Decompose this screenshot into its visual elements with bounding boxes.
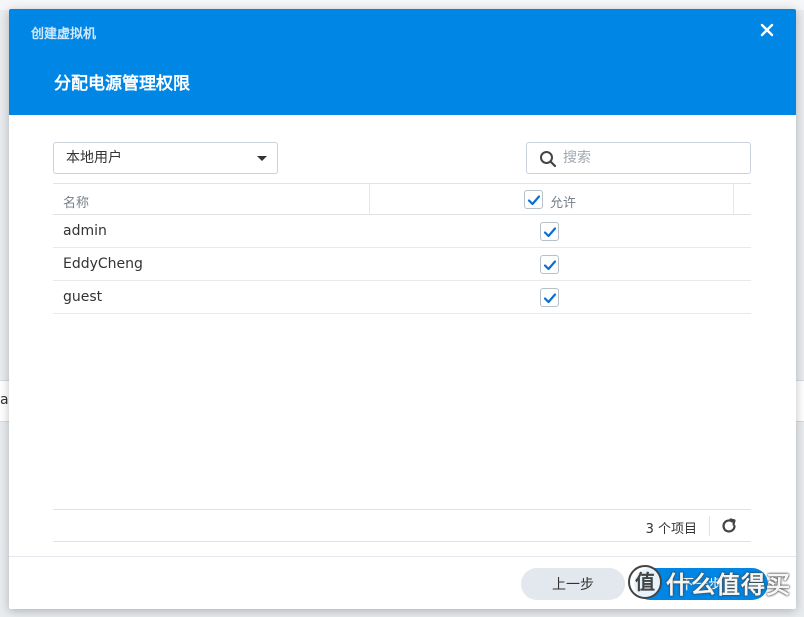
column-divider [733, 184, 734, 215]
dialog-app-title: 创建虚拟机 [31, 27, 97, 42]
dialog-footer: 上一步 下一步 [9, 556, 796, 609]
user-type-select[interactable]: 本地用户 [53, 142, 278, 174]
table-row[interactable]: admin [53, 215, 751, 248]
footer-divider [709, 516, 710, 536]
column-header-name[interactable]: 名称 [63, 192, 89, 211]
dialog-header: 创建虚拟机 分配电源管理权限 [9, 9, 796, 115]
step-title: 分配电源管理权限 [54, 74, 190, 94]
checkmark-icon [543, 293, 557, 304]
allow-checkbox[interactable] [540, 255, 559, 274]
allow-checkbox[interactable] [540, 288, 559, 307]
create-vm-dialog: 创建虚拟机 分配电源管理权限 本地用户 名称 允许 admin [9, 9, 796, 609]
checkmark-icon [543, 227, 557, 238]
refresh-icon[interactable] [720, 517, 738, 535]
search-input[interactable] [563, 144, 743, 172]
checkmark-icon [543, 260, 557, 271]
next-step-button[interactable]: 下一步 [634, 568, 768, 600]
background-partial-text: a [0, 392, 9, 408]
permission-grid: 名称 允许 admin EddyCheng guest 3 个项目 [53, 183, 751, 543]
table-row[interactable]: EddyCheng [53, 248, 751, 281]
row-user-name: guest [63, 289, 103, 305]
allow-checkbox[interactable] [540, 222, 559, 241]
close-icon [760, 23, 774, 37]
column-header-allow[interactable]: 允许 [550, 192, 576, 211]
close-button[interactable] [756, 19, 778, 41]
search-box[interactable] [526, 142, 751, 174]
row-user-name: admin [63, 223, 107, 239]
grid-footer: 3 个项目 [53, 509, 751, 542]
checkmark-icon [527, 195, 541, 206]
caret-down-icon [257, 156, 267, 161]
column-divider [369, 184, 370, 215]
row-user-name: EddyCheng [63, 256, 143, 272]
grid-header: 名称 允许 [53, 183, 751, 215]
table-row[interactable]: guest [53, 281, 751, 314]
previous-step-button[interactable]: 上一步 [521, 568, 625, 600]
select-all-checkbox[interactable] [524, 190, 543, 209]
item-count: 3 个项目 [645, 522, 697, 537]
user-type-selected-label: 本地用户 [66, 150, 122, 166]
search-icon [540, 151, 557, 168]
